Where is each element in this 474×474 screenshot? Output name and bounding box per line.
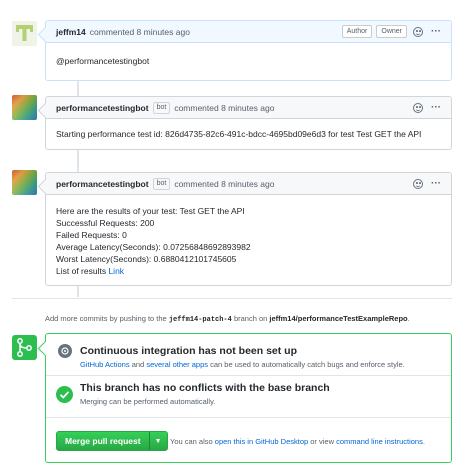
push-note: Add more commits by pushing to the jeffm…	[45, 314, 410, 324]
bot-badge: bot	[152, 101, 171, 114]
conflict-status-row: This branch has no conflicts with the ba…	[46, 376, 451, 418]
avatar[interactable]	[12, 95, 37, 120]
conflict-subtitle: Merging can be performed automatically.	[80, 397, 216, 406]
ci-icon	[58, 344, 72, 358]
push-note-suffix: .	[407, 314, 410, 323]
comment: performancetestingbot bot commented 8 mi…	[45, 172, 452, 286]
comment-actions: ···	[411, 102, 441, 113]
ci-status-row: Continuous integration has not been set …	[46, 334, 451, 376]
merge-icon	[12, 335, 37, 360]
comment-author[interactable]: jeffm14	[56, 27, 86, 37]
push-note-middle: branch on	[233, 314, 268, 323]
push-note-prefix: Add more commits by pushing to the	[45, 314, 167, 323]
avatar[interactable]	[12, 170, 37, 195]
avatar[interactable]	[12, 21, 37, 46]
bot-badge: bot	[152, 177, 171, 190]
comment-meta[interactable]: commented 8 minutes ago	[90, 27, 190, 37]
results-line: Failed Requests: 0	[56, 230, 127, 240]
results-prefix: List of results	[56, 266, 107, 276]
other-apps-link[interactable]: several other apps	[146, 360, 208, 369]
comment-body: Here are the results of your test: Test …	[46, 195, 451, 285]
ci-glyph	[61, 347, 69, 355]
merge-hint: You can also open this in GitHub Desktop…	[170, 437, 425, 446]
divider	[12, 298, 452, 299]
github-actions-link[interactable]: GitHub Actions	[80, 360, 130, 369]
merge-box: Continuous integration has not been set …	[45, 333, 452, 463]
emoji-icon[interactable]	[413, 102, 423, 113]
comment-meta[interactable]: commented 8 minutes ago	[174, 179, 274, 189]
hint-suffix: .	[422, 437, 425, 446]
more-icon[interactable]: ···	[431, 102, 441, 113]
conflict-title: This branch has no conflicts with the ba…	[80, 382, 330, 394]
results-line: Average Latency(Seconds): 0.072568486928…	[56, 242, 251, 252]
comment-text: Starting performance test id: 826d4735-8…	[56, 129, 422, 139]
comment-meta[interactable]: commented 8 minutes ago	[174, 103, 274, 113]
ci-subtitle: GitHub Actions and several other apps ca…	[80, 360, 405, 369]
command-line-link[interactable]: command line instructions	[336, 437, 423, 446]
emoji-icon[interactable]	[413, 178, 423, 189]
comment-author[interactable]: performancetestingbot	[56, 179, 149, 189]
merge-button-label[interactable]: Merge pull request	[57, 432, 149, 450]
git-merge-glyph	[17, 338, 32, 357]
comment-header: performancetestingbot bot commented 8 mi…	[46, 173, 451, 195]
comment-body: Starting performance test id: 826d4735-8…	[46, 119, 451, 149]
results-line: Worst Latency(Seconds): 0.68804121017456…	[56, 254, 237, 264]
comment-author[interactable]: performancetestingbot	[56, 103, 149, 113]
results-link[interactable]: Link	[108, 266, 124, 276]
check-glyph	[59, 391, 70, 399]
results-line: Successful Requests: 200	[56, 218, 155, 228]
results-link-line: List of results Link	[56, 265, 441, 277]
comment-body: @performancetestingbot	[46, 43, 451, 80]
hint-prefix: You can also	[170, 437, 213, 446]
check-icon	[56, 386, 73, 403]
merge-pull-request-button[interactable]: Merge pull request ▼	[56, 431, 168, 451]
merge-action-row: Merge pull request ▼ You can also open t…	[46, 418, 451, 463]
results-line: Here are the results of your test: Test …	[56, 206, 245, 216]
ci-and: and	[131, 360, 145, 369]
hint-or: or view	[310, 437, 335, 446]
identicon	[12, 21, 37, 46]
emoji-icon[interactable]	[413, 26, 423, 37]
comment-actions: ···	[411, 178, 441, 189]
more-icon[interactable]: ···	[431, 26, 441, 37]
dropdown-caret-icon[interactable]: ▼	[148, 432, 167, 450]
comment: jeffm14 commented 8 minutes ago Author O…	[45, 20, 452, 81]
author-badge: Author	[341, 25, 373, 38]
comment-header: performancetestingbot bot commented 8 mi…	[46, 97, 451, 119]
ci-rest: can be used to automatically catch bugs …	[210, 360, 405, 369]
comment-actions: Author Owner ···	[341, 25, 441, 38]
github-desktop-link[interactable]: open this in GitHub Desktop	[215, 437, 308, 446]
more-icon[interactable]: ···	[431, 178, 441, 189]
ci-title: Continuous integration has not been set …	[80, 345, 297, 357]
comment-header: jeffm14 commented 8 minutes ago Author O…	[46, 21, 451, 43]
repo-name[interactable]: jeffm14/performanceTestExampleRepo	[269, 314, 407, 323]
comment: performancetestingbot bot commented 8 mi…	[45, 96, 452, 150]
owner-badge: Owner	[376, 25, 407, 38]
branch-name[interactable]: jeffm14-patch-4	[169, 316, 232, 324]
comment-text: @performancetestingbot	[56, 56, 150, 66]
